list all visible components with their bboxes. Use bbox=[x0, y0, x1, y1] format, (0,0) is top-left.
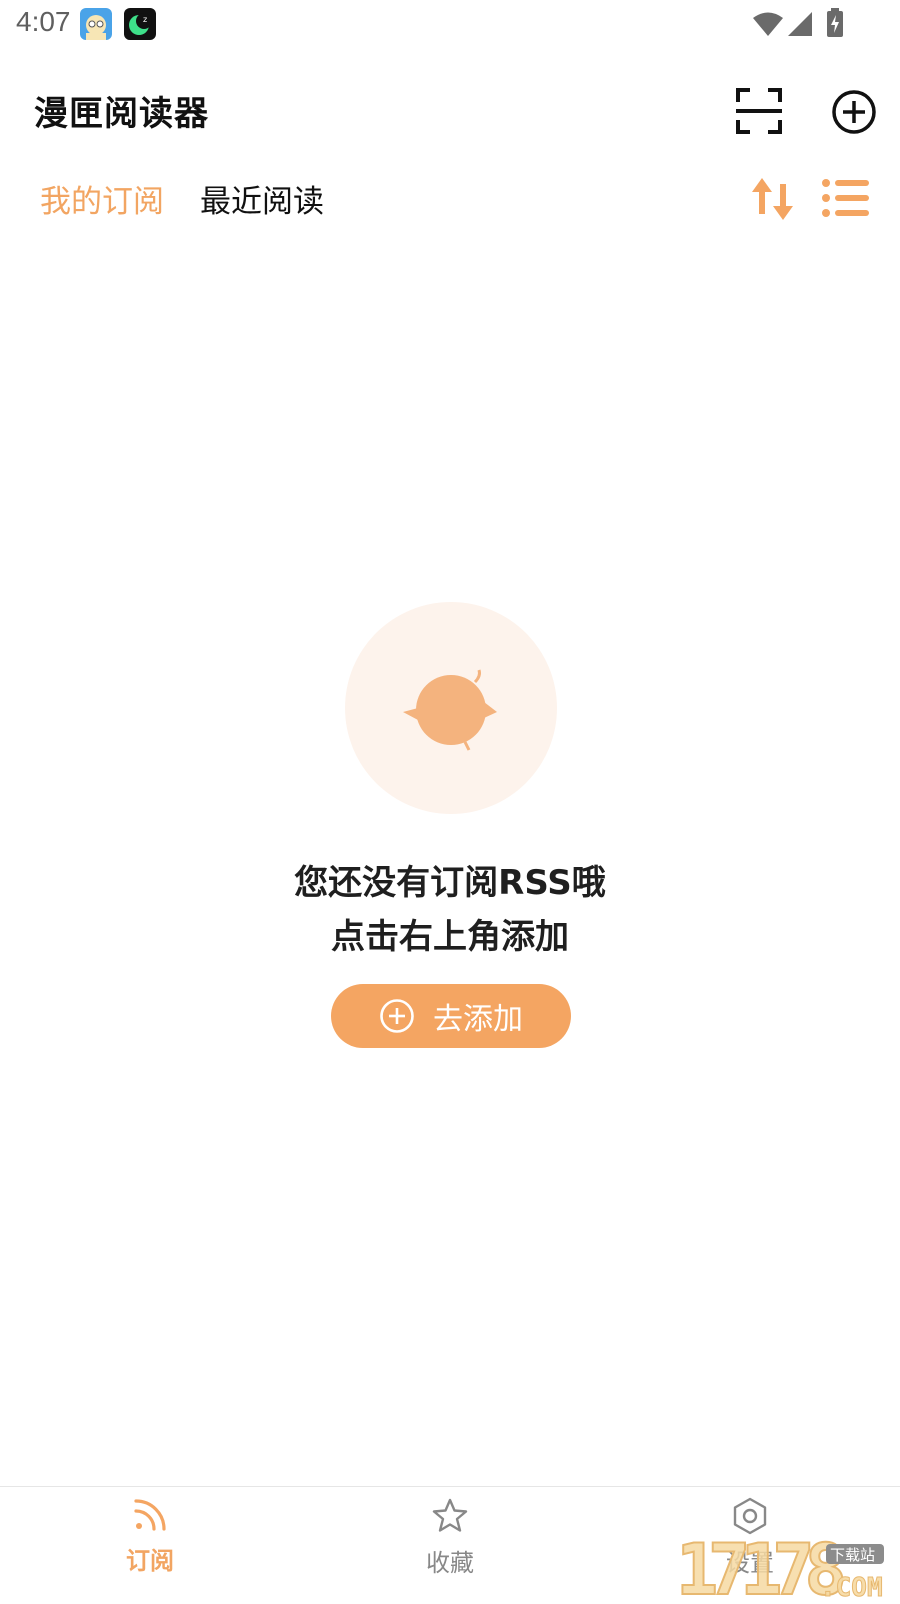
scan-icon bbox=[736, 88, 782, 134]
empty-state-line1: 您还没有订阅RSS哦 bbox=[294, 863, 606, 903]
tab-recent-reading[interactable]: 最近阅读 bbox=[200, 176, 324, 221]
app-avatar-icon bbox=[80, 8, 112, 40]
svg-text:下载站: 下载站 bbox=[830, 1546, 875, 1564]
empty-state-message: 您还没有订阅RSS哦 点击右上角添加 bbox=[0, 856, 900, 964]
status-time: 4:07 bbox=[16, 6, 71, 37]
list-view-icon bbox=[822, 179, 869, 217]
add-button[interactable] bbox=[830, 88, 878, 136]
moon-sleep-icon: z bbox=[124, 8, 156, 40]
watermark-logo: 17178 下载站 .COM bbox=[675, 1528, 900, 1604]
add-circle-icon bbox=[832, 90, 876, 134]
cellular-signal-icon bbox=[788, 12, 812, 36]
svg-text:17178: 17178 bbox=[676, 1529, 843, 1600]
rss-icon bbox=[134, 1499, 166, 1531]
status-bar: 4:07 z bbox=[0, 0, 900, 48]
empty-state-illustration bbox=[345, 602, 557, 814]
nav-label-favorites: 收藏 bbox=[426, 1549, 474, 1577]
empty-state-line2: 点击右上角添加 bbox=[331, 917, 569, 957]
star-icon bbox=[432, 1498, 468, 1532]
sort-button[interactable] bbox=[748, 176, 796, 222]
svg-text:z: z bbox=[143, 15, 147, 24]
app-title: 漫匣阅读器 bbox=[34, 94, 209, 134]
nav-item-favorites[interactable]: 收藏 bbox=[370, 1497, 530, 1578]
go-add-button-label: 去添加 bbox=[433, 1002, 523, 1037]
add-circle-icon bbox=[380, 999, 414, 1033]
sort-icon bbox=[752, 178, 793, 220]
tab-my-subscriptions[interactable]: 我的订阅 bbox=[40, 176, 164, 221]
wifi-icon bbox=[753, 12, 783, 36]
nav-label-subscribe: 订阅 bbox=[126, 1547, 174, 1575]
svg-text:.COM: .COM bbox=[820, 1573, 883, 1600]
go-add-button[interactable]: 去添加 bbox=[331, 984, 571, 1048]
list-view-button[interactable] bbox=[822, 178, 870, 218]
nav-item-subscribe[interactable]: 订阅 bbox=[70, 1497, 230, 1576]
battery-charging-icon bbox=[827, 8, 843, 37]
scan-button[interactable] bbox=[736, 88, 782, 134]
bird-mascot-icon bbox=[403, 669, 497, 751]
